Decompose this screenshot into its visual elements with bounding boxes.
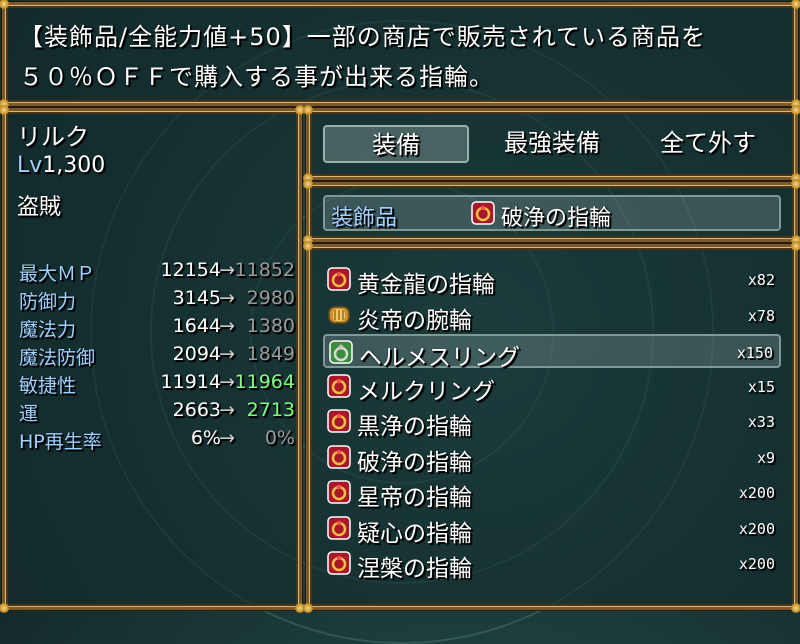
- arrow-icon: →: [219, 371, 235, 393]
- red-ring-icon: [327, 409, 351, 433]
- param-label: 敏捷性: [19, 375, 77, 397]
- param-row: 最大ＭＰ 12154 → 11852: [19, 259, 297, 287]
- slot-equipped-item: 破浄の指輪: [501, 206, 612, 231]
- red-ring-icon: [327, 515, 351, 540]
- param-current-value: 1644: [172, 315, 221, 337]
- param-current-value: 12154: [160, 259, 221, 281]
- item-quantity: x9: [756, 448, 775, 467]
- param-row: 魔法防御 2094 → 1849: [19, 343, 297, 371]
- param-label: 運: [19, 403, 39, 425]
- help-text-line-2: ５０％ＯＦＦで購入する事が出来る指輪。: [19, 63, 494, 91]
- param-current-value: 3145: [172, 287, 221, 309]
- param-current-value: 11914: [160, 371, 221, 393]
- red-ring-icon: [327, 551, 351, 575]
- item-name: 黒浄の指輪: [357, 414, 472, 440]
- level-value: 1,300: [42, 153, 106, 178]
- equip-slot-window: 装飾品 破浄の指輪: [303, 179, 800, 245]
- help-window: 【装飾品/全能力値+50】一部の商店で販売されている商品を ５０％ＯＦＦで購入す…: [0, 0, 800, 109]
- item-quantity: x78: [747, 306, 775, 325]
- item-quantity: x150: [736, 344, 773, 362]
- param-row: 敏捷性 11914 → 11964: [19, 371, 297, 399]
- item-quantity: x200: [738, 555, 775, 573]
- item-quantity: x200: [738, 519, 775, 538]
- param-new-value: 1380: [246, 315, 295, 337]
- actor-level: Lv1,300: [17, 153, 105, 178]
- arrow-icon: →: [219, 343, 235, 365]
- param-label: 防御力: [19, 291, 77, 313]
- slot-row-accessory[interactable]: 装飾品 破浄の指輪: [323, 195, 781, 231]
- arrow-icon: →: [219, 259, 235, 281]
- red-ring-icon: [327, 480, 351, 504]
- param-row: 魔法力 1644 → 1380: [19, 315, 297, 343]
- actor-status-window: リルク Lv1,300 盗賊 最大ＭＰ 12154 → 11852 防御力 3145 → 29…: [0, 105, 305, 613]
- equip-command-window: 装備 最強装備 全て外す: [303, 105, 800, 183]
- item-name: ヘルメスリング: [359, 345, 520, 371]
- item-row[interactable]: 炎帝の腕輪 x78: [323, 299, 781, 334]
- item-quantity: x33: [747, 413, 775, 431]
- param-current-value: 2094: [172, 343, 221, 365]
- item-row[interactable]: 疑心の指輪 x200: [323, 512, 781, 547]
- item-list-window: 黄金龍の指輪 x82 炎帝の腕輪 x78 ヘルメスリング x150 メルクリング x15 黒浄の…: [303, 241, 800, 613]
- clear-all-command-button[interactable]: 全て外す: [635, 125, 781, 163]
- item-quantity: x82: [747, 271, 775, 289]
- item-name: 星帝の指輪: [357, 485, 472, 511]
- item-name: メルクリング: [357, 378, 495, 405]
- arrow-icon: →: [219, 427, 235, 449]
- actor-class: 盗賊: [17, 195, 62, 220]
- item-name: 疑心の指輪: [357, 520, 472, 547]
- actor-name: リルク: [17, 123, 89, 151]
- item-quantity: x15: [747, 377, 775, 396]
- red-ring-icon: [327, 373, 351, 398]
- item-row[interactable]: 黄金龍の指輪 x82: [323, 263, 781, 298]
- item-row[interactable]: 黒浄の指輪 x33: [323, 405, 781, 440]
- param-new-value: 2713: [246, 399, 295, 421]
- item-row[interactable]: 破浄の指輪 x9: [323, 441, 781, 476]
- green-ring-icon: [329, 340, 353, 364]
- param-new-value: 1849: [246, 343, 295, 365]
- gold-bracelet-icon: [327, 303, 351, 327]
- item-quantity: x200: [738, 484, 775, 502]
- arrow-icon: →: [219, 287, 235, 309]
- item-row[interactable]: ヘルメスリング x150: [323, 334, 781, 371]
- item-name: 炎帝の腕輪: [357, 307, 472, 334]
- red-ring-icon: [327, 444, 351, 469]
- param-label: HP再生率: [19, 431, 102, 453]
- param-label: 魔法力: [19, 319, 77, 341]
- red-ring-icon: [327, 267, 351, 291]
- help-text-line-1: 【装飾品/全能力値+50】一部の商店で販売されている商品を: [19, 23, 707, 51]
- level-label: Lv: [17, 153, 43, 178]
- param-current-value: 2663: [172, 399, 221, 421]
- item-name: 涅槃の指輪: [357, 556, 472, 582]
- param-row: 運 2663 → 2713: [19, 399, 297, 427]
- item-name: 黄金龍の指輪: [357, 272, 495, 298]
- param-row: 防御力 3145 → 2980: [19, 287, 297, 315]
- param-label: 魔法防御: [19, 347, 96, 369]
- item-row[interactable]: 涅槃の指輪 x200: [323, 547, 781, 582]
- param-new-value: 11964: [234, 371, 295, 393]
- param-new-value: 2980: [246, 287, 295, 309]
- item-row[interactable]: メルクリング x15: [323, 370, 781, 405]
- red-ring-icon: [471, 201, 495, 225]
- optimize-command-button[interactable]: 最強装備: [479, 125, 625, 163]
- arrow-icon: →: [219, 399, 235, 421]
- item-name: 破浄の指輪: [357, 449, 472, 476]
- arrow-icon: →: [219, 315, 235, 337]
- equip-command-button[interactable]: 装備: [323, 125, 469, 163]
- param-current-value: 6%: [190, 427, 221, 449]
- item-row[interactable]: 星帝の指輪 x200: [323, 476, 781, 511]
- param-new-value: 11852: [234, 259, 295, 281]
- param-row: HP再生率 6% → 0%: [19, 427, 297, 455]
- param-new-value: 0%: [264, 427, 295, 449]
- slot-type-label: 装飾品: [331, 206, 398, 231]
- param-label: 最大ＭＰ: [19, 263, 96, 285]
